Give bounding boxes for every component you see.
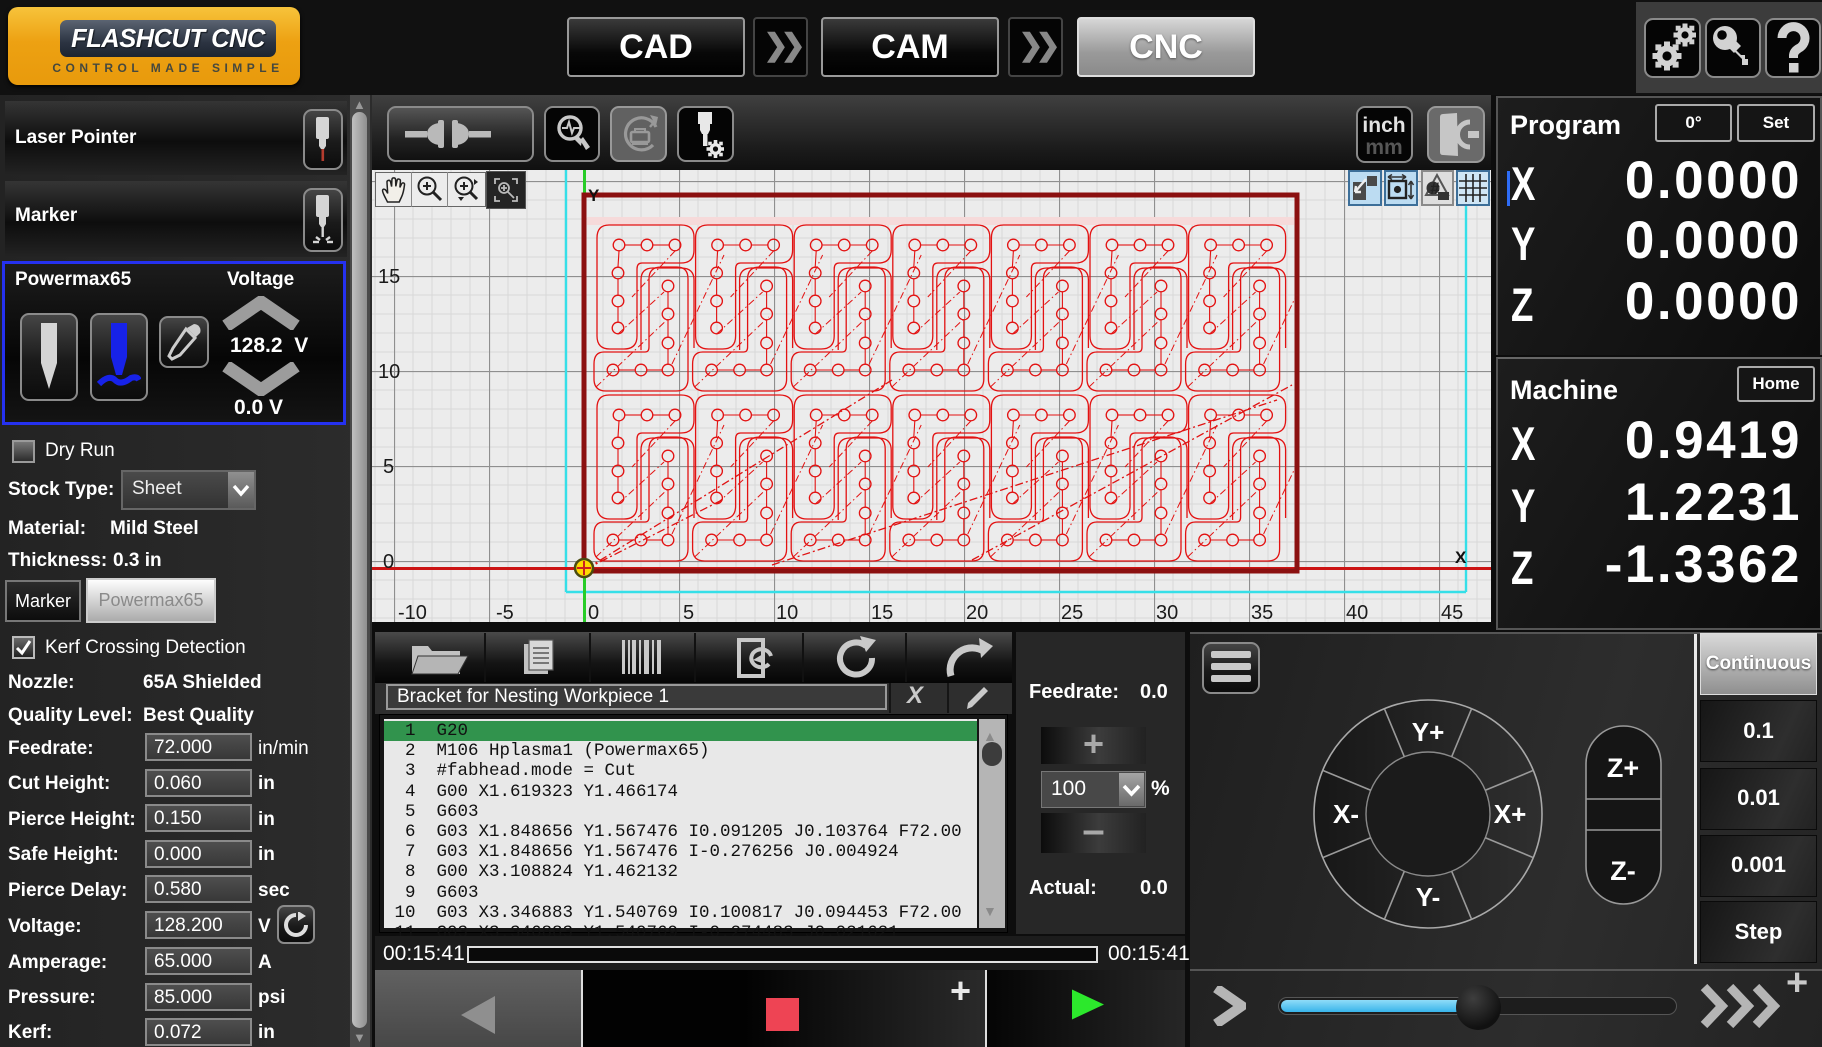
svg-text:10: 10: [776, 602, 798, 622]
svg-text:5: 5: [383, 456, 394, 478]
svg-text:X: X: [1455, 548, 1467, 567]
svg-text:10: 10: [378, 361, 400, 383]
svg-text:20: 20: [966, 602, 988, 622]
svg-text:25: 25: [1061, 602, 1083, 622]
svg-text:Z+: Z+: [1607, 753, 1639, 783]
svg-text:45: 45: [1441, 602, 1463, 622]
svg-text:-10: -10: [398, 602, 427, 622]
svg-text:30: 30: [1156, 602, 1178, 622]
svg-text:0: 0: [588, 602, 599, 622]
svg-text:15: 15: [871, 602, 893, 622]
svg-text:Y-: Y-: [1416, 882, 1441, 912]
svg-text:Z-: Z-: [1610, 856, 1635, 886]
svg-text:X+: X+: [1494, 799, 1527, 829]
svg-text:-5: -5: [496, 602, 514, 622]
svg-text:40: 40: [1346, 602, 1368, 622]
svg-text:5: 5: [683, 602, 694, 622]
svg-text:15: 15: [378, 266, 400, 288]
svg-text:35: 35: [1251, 602, 1273, 622]
svg-text:X-: X-: [1333, 799, 1359, 829]
svg-text:mm: mm: [1365, 136, 1402, 159]
svg-text:Y+: Y+: [1412, 717, 1445, 747]
svg-text:0: 0: [383, 551, 394, 573]
svg-text:Y: Y: [588, 186, 600, 205]
svg-text:inch: inch: [1362, 114, 1405, 137]
